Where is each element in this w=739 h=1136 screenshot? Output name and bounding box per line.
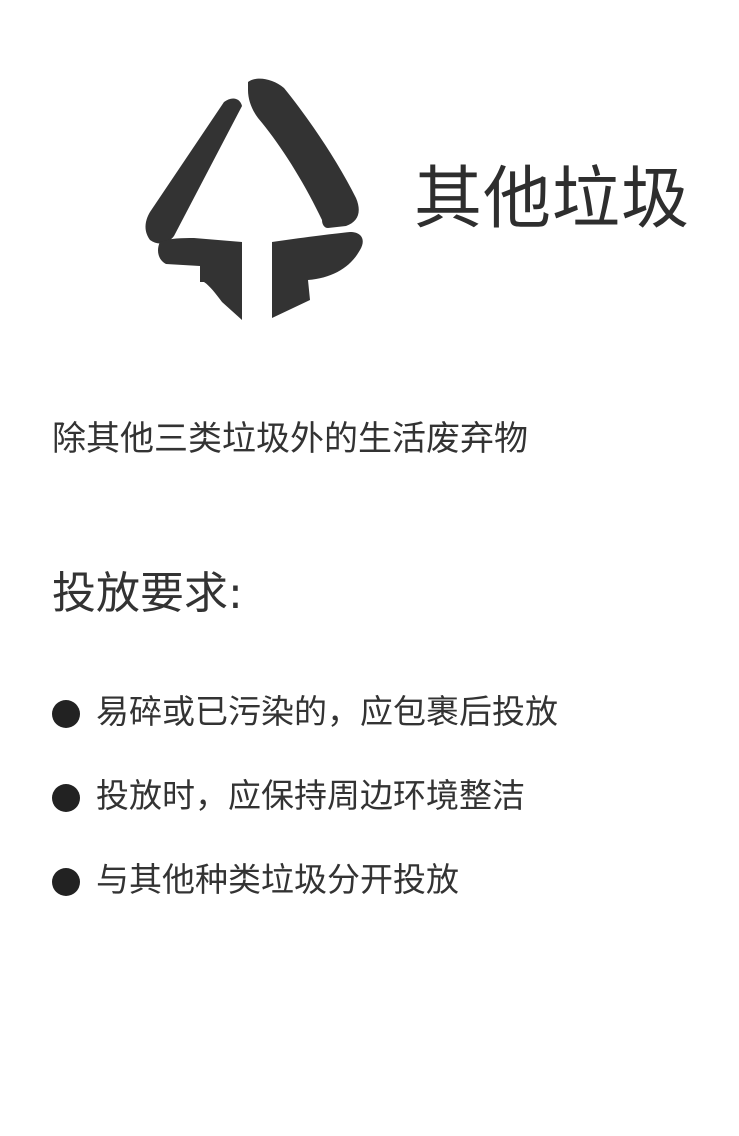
requirements-heading: 投放要求: bbox=[52, 568, 243, 619]
requirement-text: 与其他种类垃圾分开投放 bbox=[96, 860, 459, 899]
list-item: 投放时，应保持周边环境整洁 bbox=[52, 774, 712, 858]
requirement-text: 投放时，应保持周边环境整洁 bbox=[96, 776, 525, 815]
bullet-icon bbox=[52, 868, 80, 896]
requirements-list: 易碎或已污染的，应包裹后投放 投放时，应保持周边环境整洁 与其他种类垃圾分开投放 bbox=[52, 690, 712, 942]
bullet-icon bbox=[52, 700, 80, 728]
header: 其他垃圾 bbox=[0, 0, 739, 340]
requirement-text: 易碎或已污染的，应包裹后投放 bbox=[96, 692, 558, 731]
other-waste-icon bbox=[145, 78, 363, 320]
bullet-icon bbox=[52, 784, 80, 812]
category-description: 除其他三类垃圾外的生活废弃物 bbox=[52, 419, 528, 459]
list-item: 易碎或已污染的，应包裹后投放 bbox=[52, 690, 712, 774]
page-title: 其他垃圾 bbox=[414, 160, 691, 239]
list-item: 与其他种类垃圾分开投放 bbox=[52, 858, 712, 942]
